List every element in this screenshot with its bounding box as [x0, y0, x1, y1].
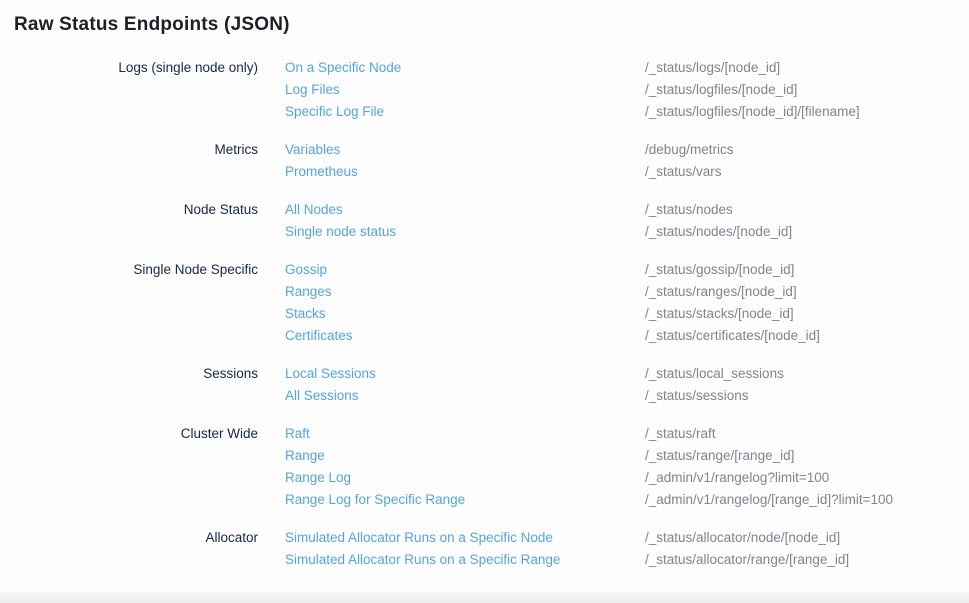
- endpoint-link[interactable]: Prometheus: [285, 161, 358, 183]
- endpoint-url: /_status/certificates/[node_id]: [645, 325, 969, 347]
- endpoint-link[interactable]: Ranges: [285, 281, 332, 303]
- endpoint-url: /_status/raft: [645, 423, 969, 445]
- endpoint-link[interactable]: Range: [285, 445, 325, 467]
- endpoint-link[interactable]: Range Log: [285, 467, 351, 489]
- endpoint-link[interactable]: Range Log for Specific Range: [285, 489, 465, 511]
- category-label: Allocator: [0, 527, 285, 549]
- category-label: Logs (single node only): [0, 57, 285, 79]
- link-column: Gossip Ranges Stacks Certificates: [285, 259, 645, 347]
- endpoint-group-metrics: Metrics Variables Prometheus /debug/metr…: [0, 139, 969, 183]
- category-label: Node Status: [0, 199, 285, 221]
- link-column: Local Sessions All Sessions: [285, 363, 645, 407]
- endpoint-url: /_status/sessions: [645, 385, 969, 407]
- link-column: Simulated Allocator Runs on a Specific N…: [285, 527, 645, 571]
- endpoint-url: /_admin/v1/rangelog?limit=100: [645, 467, 969, 489]
- endpoint-link[interactable]: Raft: [285, 423, 310, 445]
- page-title: Raw Status Endpoints (JSON): [0, 0, 969, 37]
- link-column: Raft Range Range Log Range Log for Speci…: [285, 423, 645, 511]
- endpoint-url: /_status/local_sessions: [645, 363, 969, 385]
- category-label: Sessions: [0, 363, 285, 385]
- category-label: Cluster Wide: [0, 423, 285, 445]
- endpoint-url: /_status/gossip/[node_id]: [645, 259, 969, 281]
- page-bottom-strip: [0, 592, 969, 603]
- endpoint-url: /_status/logfiles/[node_id]/[filename]: [645, 101, 969, 123]
- endpoint-url: /_status/vars: [645, 161, 969, 183]
- endpoint-url: /_status/allocator/node/[node_id]: [645, 527, 969, 549]
- endpoint-url: /_status/stacks/[node_id]: [645, 303, 969, 325]
- url-column: /_status/raft /_status/range/[range_id] …: [645, 423, 969, 511]
- endpoint-link[interactable]: Local Sessions: [285, 363, 376, 385]
- raw-status-endpoints-page: Raw Status Endpoints (JSON) Logs (single…: [0, 0, 969, 571]
- endpoint-groups: Logs (single node only) On a Specific No…: [0, 57, 969, 571]
- endpoint-link[interactable]: Stacks: [285, 303, 326, 325]
- url-column: /_status/nodes /_status/nodes/[node_id]: [645, 199, 969, 243]
- url-column: /_status/gossip/[node_id] /_status/range…: [645, 259, 969, 347]
- link-column: Variables Prometheus: [285, 139, 645, 183]
- endpoint-link[interactable]: Specific Log File: [285, 101, 384, 123]
- link-column: On a Specific Node Log Files Specific Lo…: [285, 57, 645, 123]
- endpoint-url: /_status/logfiles/[node_id]: [645, 79, 969, 101]
- url-column: /_status/allocator/node/[node_id] /_stat…: [645, 527, 969, 571]
- link-column: All Nodes Single node status: [285, 199, 645, 243]
- category-label: Single Node Specific: [0, 259, 285, 281]
- endpoint-group-node-status: Node Status All Nodes Single node status…: [0, 199, 969, 243]
- endpoint-link[interactable]: Certificates: [285, 325, 353, 347]
- endpoint-group-single-node-specific: Single Node Specific Gossip Ranges Stack…: [0, 259, 969, 347]
- url-column: /_status/local_sessions /_status/session…: [645, 363, 969, 407]
- endpoint-url: /_status/nodes: [645, 199, 969, 221]
- endpoint-url: /_status/allocator/range/[range_id]: [645, 549, 969, 571]
- endpoint-url: /_status/range/[range_id]: [645, 445, 969, 467]
- endpoint-group-logs: Logs (single node only) On a Specific No…: [0, 57, 969, 123]
- endpoint-link[interactable]: Log Files: [285, 79, 340, 101]
- url-column: /_status/logs/[node_id] /_status/logfile…: [645, 57, 969, 123]
- endpoint-link[interactable]: On a Specific Node: [285, 57, 401, 79]
- endpoint-link[interactable]: Simulated Allocator Runs on a Specific N…: [285, 527, 553, 549]
- endpoint-url: /_status/nodes/[node_id]: [645, 221, 969, 243]
- endpoint-link[interactable]: All Sessions: [285, 385, 359, 407]
- url-column: /debug/metrics /_status/vars: [645, 139, 969, 183]
- endpoint-group-cluster-wide: Cluster Wide Raft Range Range Log Range …: [0, 423, 969, 511]
- endpoint-link[interactable]: Variables: [285, 139, 340, 161]
- endpoint-link[interactable]: Gossip: [285, 259, 327, 281]
- endpoint-url: /_admin/v1/rangelog/[range_id]?limit=100: [645, 489, 969, 511]
- endpoint-link[interactable]: All Nodes: [285, 199, 343, 221]
- endpoint-url: /_status/logs/[node_id]: [645, 57, 969, 79]
- endpoint-url: /debug/metrics: [645, 139, 969, 161]
- endpoint-url: /_status/ranges/[node_id]: [645, 281, 969, 303]
- endpoint-group-sessions: Sessions Local Sessions All Sessions /_s…: [0, 363, 969, 407]
- endpoint-group-allocator: Allocator Simulated Allocator Runs on a …: [0, 527, 969, 571]
- endpoint-link[interactable]: Simulated Allocator Runs on a Specific R…: [285, 549, 560, 571]
- category-label: Metrics: [0, 139, 285, 161]
- endpoint-link[interactable]: Single node status: [285, 221, 396, 243]
